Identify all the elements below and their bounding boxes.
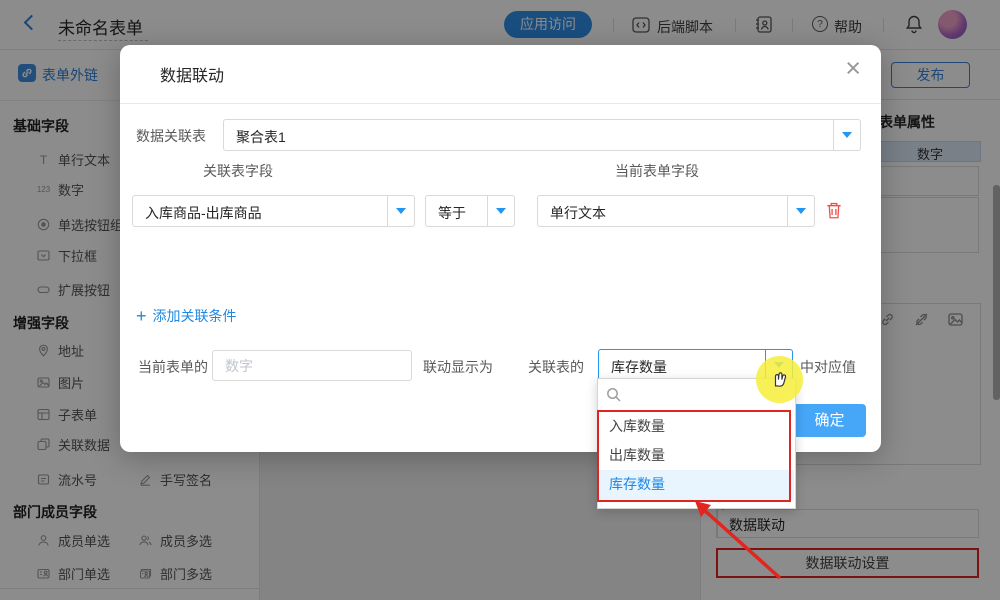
confirm-button[interactable]: 确定: [793, 404, 866, 437]
chevron-down-icon: [387, 196, 414, 226]
hand-cursor-icon: [768, 365, 792, 389]
close-icon[interactable]: ×: [845, 55, 861, 82]
relation-table-label: 数据关联表: [136, 126, 206, 146]
delete-condition-icon[interactable]: [825, 201, 843, 220]
condition-operator-select[interactable]: 等于: [425, 195, 515, 227]
chevron-down-icon: [487, 196, 514, 226]
condition-relation-field-select[interactable]: 入库商品-出库商品: [132, 195, 415, 227]
modal-title: 数据联动: [160, 62, 224, 86]
annotation-red-rectangle: [597, 410, 791, 502]
current-field-input[interactable]: [212, 350, 412, 381]
column-header-current-field: 当前表单字段: [615, 161, 699, 181]
add-condition-link[interactable]: + 添加关联条件: [136, 306, 237, 326]
plus-icon: +: [136, 307, 147, 325]
relation-of-label: 关联表的: [528, 357, 584, 377]
column-header-relation-field: 关联表字段: [203, 161, 273, 181]
search-icon: [606, 387, 622, 403]
suffix-label: 中对应值: [800, 357, 856, 377]
current-form-label: 当前表单的: [138, 357, 208, 377]
relation-table-select[interactable]: 聚合表1: [223, 119, 861, 151]
current-field-input-wrap: [212, 350, 412, 381]
divider: [120, 103, 881, 104]
chevron-down-icon: [833, 120, 860, 150]
chevron-down-icon: [787, 196, 814, 226]
annotation-red-arrow: [670, 493, 790, 588]
display-as-label: 联动显示为: [423, 357, 493, 377]
condition-current-field-select[interactable]: 单行文本: [537, 195, 815, 227]
